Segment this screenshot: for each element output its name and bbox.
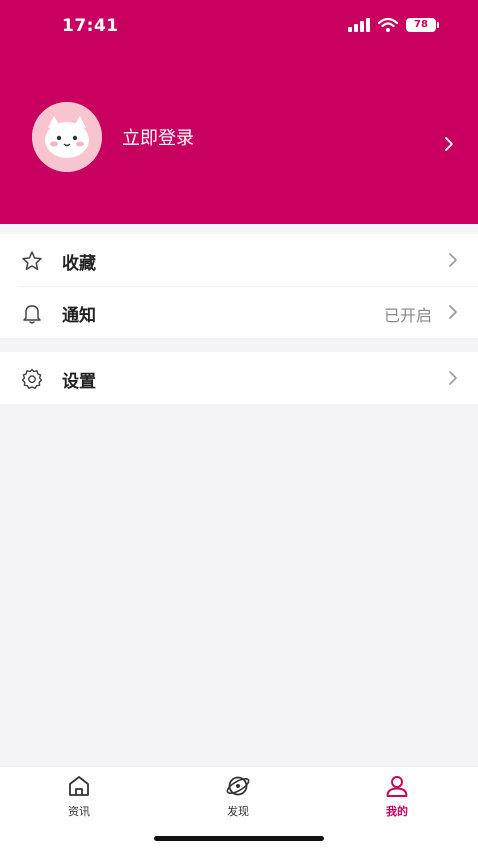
- menu-item-label: 设置: [62, 372, 96, 392]
- profile-header: 17:41 78 立即登录: [0, 0, 478, 224]
- cat-avatar-icon: [32, 102, 102, 172]
- notification-status: 已开启: [383, 306, 432, 325]
- home-icon: [69, 776, 89, 796]
- chevron-right-icon: [445, 137, 453, 151]
- avatar[interactable]: [32, 102, 102, 172]
- chevron-right-icon: [449, 371, 457, 385]
- status-icons: 78: [348, 18, 439, 32]
- menu-card-primary: 收藏 通知 已开启: [0, 234, 478, 338]
- tab-mine[interactable]: 我的: [357, 773, 437, 823]
- menu-item-favorites[interactable]: 收藏: [0, 234, 478, 287]
- tab-news[interactable]: 资讯: [39, 773, 119, 823]
- menu-item-label: 通知: [62, 306, 96, 326]
- star-icon: [22, 251, 42, 271]
- cellular-signal-icon: [348, 18, 370, 32]
- login-label[interactable]: 立即登录: [122, 124, 194, 150]
- status-time: 17:41: [62, 16, 119, 36]
- status-bar: 17:41 78: [0, 0, 478, 54]
- menu-item-label: 收藏: [62, 254, 96, 274]
- home-indicator[interactable]: [154, 836, 324, 841]
- menu-card-secondary: 设置: [0, 352, 478, 404]
- wifi-icon: [378, 18, 398, 32]
- tab-label: 发现: [227, 805, 249, 818]
- menu-item-notifications[interactable]: 通知 已开启: [0, 286, 478, 338]
- login-entry[interactable]: 立即登录: [0, 100, 478, 176]
- battery-indicator: 78: [406, 18, 439, 32]
- gear-icon: [21, 368, 43, 389]
- user-icon: [386, 776, 408, 797]
- tab-discover[interactable]: 发现: [198, 773, 278, 823]
- tab-label: 资讯: [68, 805, 90, 818]
- chevron-right-icon: [449, 253, 457, 267]
- tab-label: 我的: [386, 805, 408, 818]
- bell-icon: [23, 305, 41, 324]
- chevron-right-icon: [449, 305, 457, 319]
- menu-item-settings[interactable]: 设置: [0, 352, 478, 404]
- compass-icon: [226, 776, 250, 796]
